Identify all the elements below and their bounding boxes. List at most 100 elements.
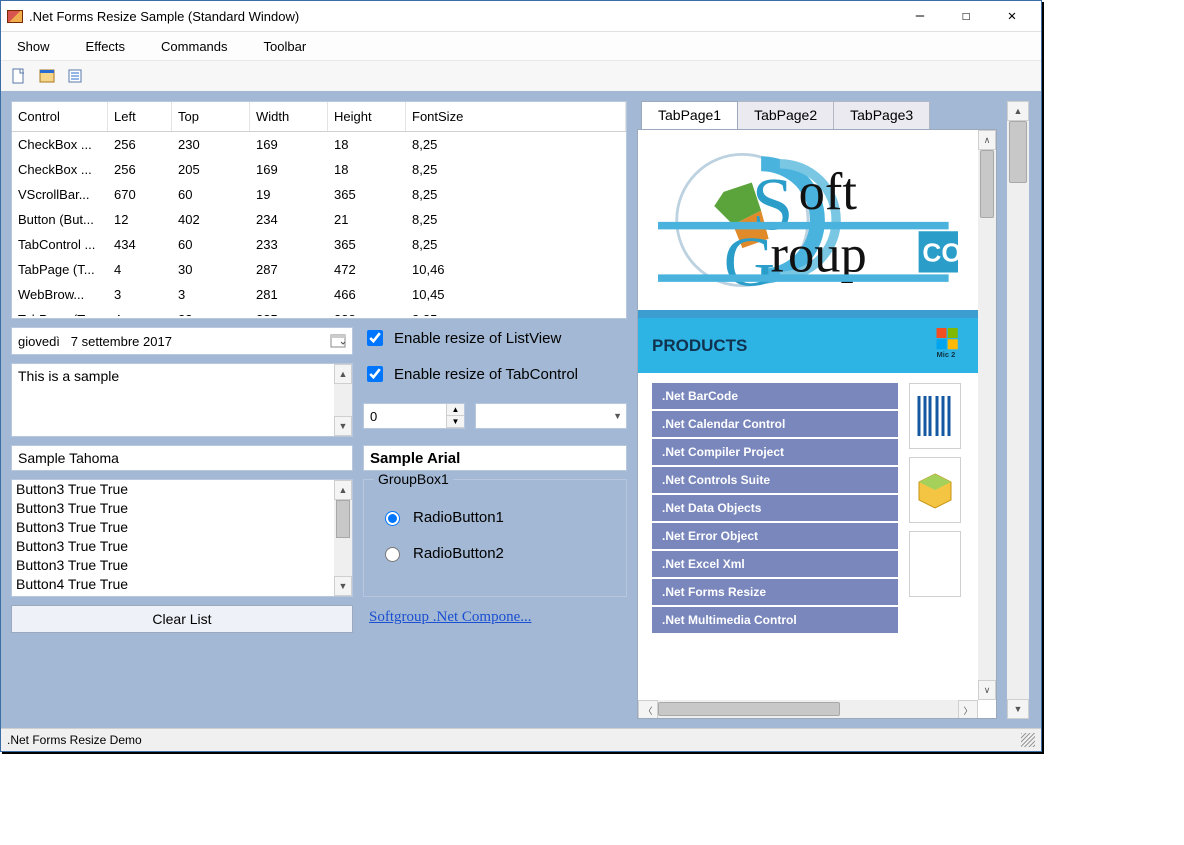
product-item[interactable]: .Net Excel Xml [652,551,898,577]
resize-grip-icon[interactable] [1021,733,1035,747]
form-icon[interactable] [37,66,57,86]
web-browser[interactable]: oft roup S G CO P [638,130,978,700]
window-title: .Net Forms Resize Sample (Standard Windo… [29,9,897,24]
maximize-button[interactable]: ☐ [943,1,989,31]
product-item[interactable]: .Net Controls Suite [652,467,898,493]
menu-show[interactable]: Show [13,35,54,58]
scroll-down-icon[interactable]: ▼ [1007,699,1029,719]
check-enable-listview-box[interactable] [367,330,383,346]
clear-list-button[interactable]: Clear List [11,605,353,633]
scroll-thumb[interactable] [336,500,350,538]
listview-row[interactable]: Button (But...12402234218,25 [12,207,626,232]
textarea-input[interactable]: This is a sample [12,364,334,436]
product-item[interactable]: .Net Compiler Project [652,439,898,465]
scroll-down-icon[interactable]: ▼ [334,576,352,596]
radio1[interactable]: RadioButton1 [380,508,610,526]
tahoma-input[interactable] [11,445,353,471]
arial-input[interactable] [363,445,627,471]
listbox-item[interactable]: Button3 True True [12,499,334,518]
scroll-up-icon[interactable]: ∧ [978,130,996,150]
listbox-item[interactable]: Button4 True True [12,575,334,594]
check-enable-listview[interactable]: Enable resize of ListView [363,327,627,349]
tab-page2[interactable]: TabPage2 [737,101,834,129]
check-enable-tabcontrol-box[interactable] [367,366,383,382]
scroll-thumb[interactable] [1009,121,1027,183]
product-item[interactable]: .Net BarCode [652,383,898,409]
softgroup-logo: oft roup S G CO [638,130,978,310]
menu-toolbar[interactable]: Toolbar [260,35,311,58]
tab-page1[interactable]: TabPage1 [641,101,738,129]
listview-row[interactable]: CheckBox ...256230169188,25 [12,132,626,157]
spin-up-icon[interactable]: ▲ [447,404,464,416]
list-icon[interactable] [65,66,85,86]
product-item[interactable]: .Net Data Objects [652,495,898,521]
numeric-input[interactable] [364,404,446,428]
listbox[interactable]: Button3 True TrueButton3 True TrueButton… [11,479,353,597]
product-item[interactable]: .Net Forms Resize [652,579,898,605]
listbox-scrollbar[interactable]: ▲ ▼ [334,480,352,596]
menu-commands[interactable]: Commands [157,35,231,58]
products-list: .Net BarCode.Net Calendar Control.Net Co… [652,383,898,633]
listview-row[interactable]: TabPage (T...43028747210,46 [12,257,626,282]
listbox-item[interactable]: Button3 True True [12,518,334,537]
listview-row[interactable]: CheckBox ...256205169188,25 [12,157,626,182]
spin-down-icon[interactable]: ▼ [447,416,464,428]
tab-page3[interactable]: TabPage3 [833,101,930,129]
new-doc-icon[interactable] [9,66,29,86]
col-top[interactable]: Top [172,102,250,131]
box-thumb-icon [909,457,961,523]
softgroup-link[interactable]: Softgroup .Net Compone... [363,605,627,630]
radio2[interactable]: RadioButton2 [380,544,610,562]
listview-row[interactable]: VScrollBar...67060193658,25 [12,182,626,207]
web-vscrollbar[interactable]: ∧ ∨ [978,130,996,700]
scroll-left-icon[interactable]: 〈 [638,700,658,719]
toolbar [1,61,1041,92]
combobox[interactable]: ▼ [475,403,627,429]
scroll-right-icon[interactable]: 〉 [958,700,978,719]
scroll-down-icon[interactable]: ∨ [978,680,996,700]
radio1-input[interactable] [385,511,400,526]
col-left[interactable]: Left [108,102,172,131]
svg-text:Mic 2: Mic 2 [937,350,956,358]
title-bar[interactable]: .Net Forms Resize Sample (Standard Windo… [1,1,1041,32]
scroll-down-icon[interactable]: ▼ [334,416,352,436]
controls-listview[interactable]: Control Left Top Width Height FontSize C… [11,101,627,319]
scroll-up-icon[interactable]: ▲ [334,364,352,384]
listbox-item[interactable]: Button3 True True [12,537,334,556]
close-button[interactable]: ✕ [989,1,1035,31]
app-icon [7,8,23,24]
product-item[interactable]: .Net Multimedia Control [652,607,898,633]
product-item[interactable]: .Net Calendar Control [652,411,898,437]
col-control[interactable]: Control [12,102,108,131]
scroll-thumb[interactable] [658,702,840,716]
col-width[interactable]: Width [250,102,328,131]
scroll-up-icon[interactable]: ▲ [334,480,352,500]
menu-effects[interactable]: Effects [82,35,130,58]
chevron-down-icon[interactable]: ▼ [613,411,622,421]
radio2-input[interactable] [385,547,400,562]
outer-vscrollbar[interactable]: ▲ ▼ [1007,101,1029,719]
textarea-scrollbar[interactable]: ▲ ▼ [334,364,352,436]
sample-textarea[interactable]: This is a sample ▲ ▼ [11,363,353,437]
date-picker[interactable]: giovedì 7 settembre 2017 [11,327,353,355]
listbox-item[interactable]: Button3 True True [12,480,334,499]
product-item[interactable]: .Net Error Object [652,523,898,549]
col-height[interactable]: Height [328,102,406,131]
listview-header[interactable]: Control Left Top Width Height FontSize [12,102,626,132]
listview-row[interactable]: TabPage (T...4232253388,25 [12,307,626,316]
listview-row[interactable]: WebBrow...3328146610,45 [12,282,626,307]
listview-body[interactable]: CheckBox ...256230169188,25CheckBox ...2… [12,132,626,316]
groupbox-title: GroupBox1 [374,471,453,487]
barcode-thumb-icon [909,383,961,449]
check-enable-tabcontrol[interactable]: Enable resize of TabControl [363,363,627,385]
groupbox1: GroupBox1 RadioButton1 RadioButton2 [363,479,627,597]
calendar-icon[interactable] [330,333,346,349]
scroll-up-icon[interactable]: ▲ [1007,101,1029,121]
minimize-button[interactable]: — [897,1,943,31]
listview-row[interactable]: TabControl ...434602333658,25 [12,232,626,257]
numeric-updown[interactable]: ▲▼ [363,403,465,429]
col-fontsize[interactable]: FontSize [406,102,626,131]
scroll-thumb[interactable] [980,150,994,218]
web-hscrollbar[interactable]: 〈 〉 [638,700,978,718]
listbox-item[interactable]: Button3 True True [12,556,334,575]
